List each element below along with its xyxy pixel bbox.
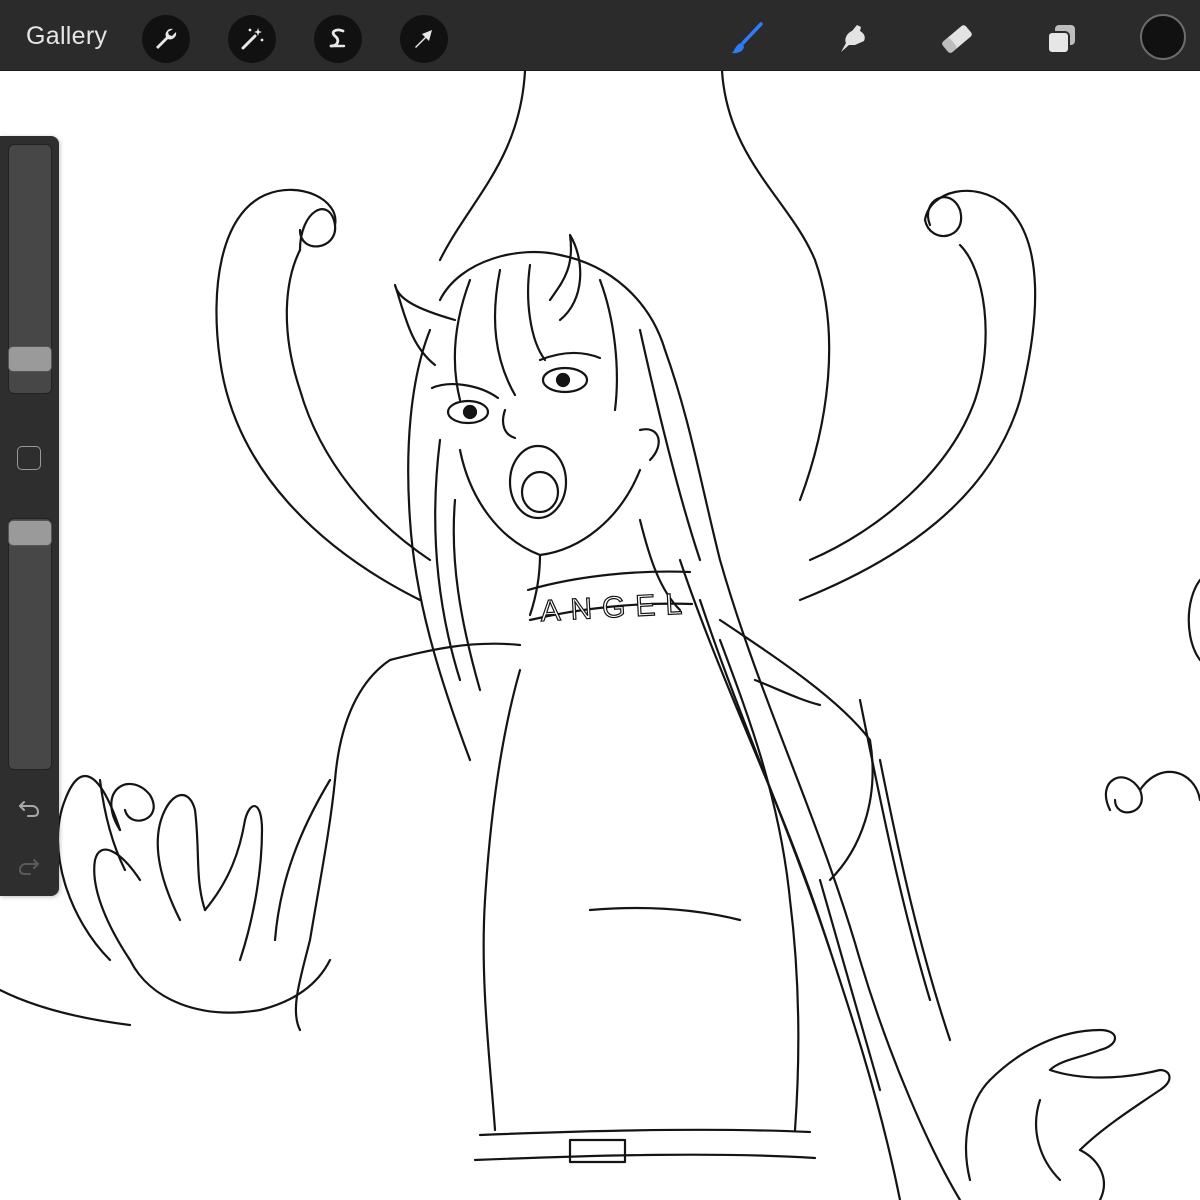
smudge-icon[interactable]	[828, 14, 878, 64]
brush-icon[interactable]	[722, 14, 772, 64]
drawing-canvas[interactable]: ANGEL	[0, 71, 1200, 1200]
color-icon[interactable]	[1140, 14, 1186, 60]
gallery-button[interactable]: Gallery	[26, 22, 107, 51]
layers-icon[interactable]	[1036, 14, 1086, 64]
opacity-thumb[interactable]	[8, 520, 52, 546]
line-art: ANGEL	[0, 71, 1200, 1200]
selection-icon[interactable]	[314, 15, 362, 63]
transform-icon[interactable]	[400, 15, 448, 63]
actions-icon[interactable]	[142, 15, 190, 63]
redo-icon[interactable]	[14, 850, 44, 880]
left-sidebar	[0, 136, 59, 896]
modify-button[interactable]	[17, 446, 41, 470]
opacity-slider[interactable]	[8, 518, 52, 770]
adjustments-icon[interactable]	[228, 15, 276, 63]
undo-icon[interactable]	[14, 792, 44, 822]
top-toolbar: Gallery	[0, 0, 1200, 71]
eraser-icon[interactable]	[932, 14, 982, 64]
brush-size-thumb[interactable]	[8, 345, 52, 372]
collar-text: ANGEL	[540, 587, 693, 628]
